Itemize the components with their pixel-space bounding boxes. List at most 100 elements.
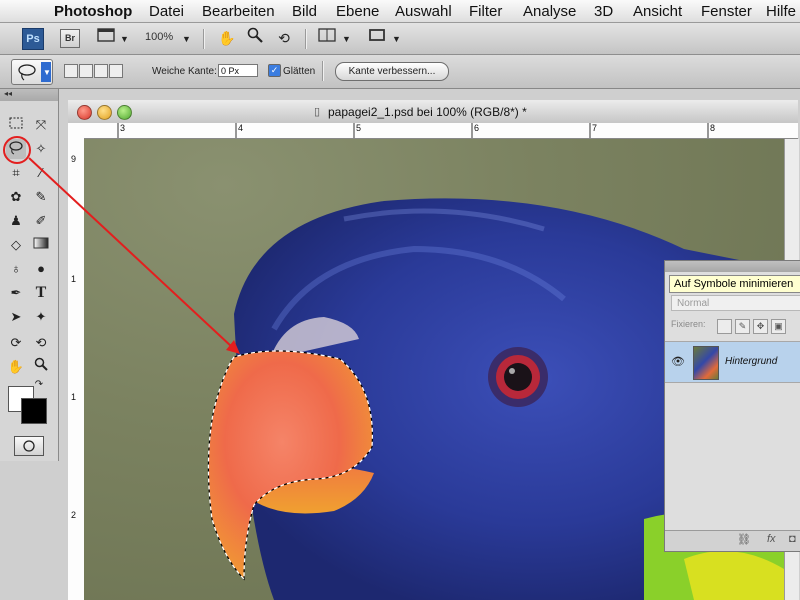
lock-pixels-icon[interactable]: ✎ <box>735 319 750 334</box>
separator <box>322 61 323 81</box>
eye-icon[interactable]: 👁 <box>671 355 685 368</box>
ruler-label: 1 <box>71 392 77 402</box>
link-layers-icon[interactable]: ⛓ <box>737 533 751 546</box>
layer-row[interactable]: 👁 Hintergrund <box>665 341 800 383</box>
screen-layout-icon[interactable] <box>366 27 388 49</box>
photoshop-logo: Ps <box>22 28 44 50</box>
menu-analyse[interactable]: Analyse <box>523 3 576 20</box>
application-bar: Ps Br ▼ 100% ▼ ✋ ⟲ ▼ ▼ <box>0 23 800 55</box>
swap-colors-icon[interactable]: ↷ <box>32 378 46 392</box>
zoom-tool-icon[interactable] <box>31 357 51 377</box>
feather-input[interactable]: 0 Px <box>218 64 258 77</box>
ruler-label: 5 <box>356 123 362 133</box>
background-color-swatch[interactable] <box>21 398 47 424</box>
menu-bearbeiten[interactable]: Bearbeiten <box>202 3 275 20</box>
lock-all-icon[interactable]: ▣ <box>771 319 786 334</box>
rotate-view-icon[interactable]: ⟲ <box>273 27 295 49</box>
document-titlebar: ▯ papagei2_1.psd bei 100% (RGB/8*) * <box>68 100 798 124</box>
layers-panel-footer: ⛓ fx ◘ <box>665 530 800 551</box>
3d-orbit-tool-icon[interactable]: ⟲ <box>31 333 51 353</box>
custom-shape-tool-icon[interactable]: ✦ <box>31 307 51 327</box>
chevron-down-icon[interactable]: ▼ <box>182 34 191 44</box>
gradient-tool-icon[interactable] <box>31 235 51 255</box>
path-selection-tool-icon[interactable]: ➤ <box>6 307 26 327</box>
menu-fenster[interactable]: Fenster <box>701 3 752 20</box>
add-mask-icon[interactable]: ◘ <box>789 533 796 545</box>
layers-panel: Auf Symbole minimieren Normal Fixieren: … <box>664 260 800 552</box>
menu-bild[interactable]: Bild <box>292 3 317 20</box>
menu-auswahl[interactable]: Auswahl <box>395 3 452 20</box>
magic-wand-tool-icon[interactable]: ✧ <box>31 139 51 159</box>
dodge-tool-icon[interactable]: ● <box>31 259 51 279</box>
horizontal-ruler[interactable]: 3 4 5 6 7 8 <box>84 123 798 139</box>
svg-text:▼: ▼ <box>43 68 51 77</box>
close-icon[interactable] <box>77 105 92 120</box>
feather-label: Weiche Kante: <box>152 66 217 77</box>
refine-edge-button[interactable]: Kante verbessern... <box>335 62 449 81</box>
lasso-tool-icon[interactable] <box>6 139 26 159</box>
add-selection-icon[interactable] <box>79 64 93 78</box>
ruler-label: 3 <box>120 123 126 133</box>
marquee-tool-icon[interactable] <box>6 115 26 135</box>
options-bar: ▼ Weiche Kante: 0 Px ✓ Glätten Kante ver… <box>0 55 800 89</box>
new-selection-icon[interactable] <box>64 64 78 78</box>
chevron-down-icon[interactable]: ▼ <box>342 34 351 44</box>
layer-thumbnail <box>693 346 719 380</box>
tool-preset-picker[interactable]: ▼ <box>11 59 53 85</box>
chevron-down-icon[interactable]: ▼ <box>392 34 401 44</box>
lock-position-icon[interactable]: ✥ <box>753 319 768 334</box>
menu-3d[interactable]: 3D <box>594 3 613 20</box>
history-brush-tool-icon[interactable]: ✐ <box>31 211 51 231</box>
antialias-label: Glätten <box>283 66 316 77</box>
type-tool-icon[interactable]: T <box>31 283 51 303</box>
ruler-label: 9 <box>71 154 77 164</box>
zoom-icon[interactable] <box>244 27 266 49</box>
panel-collapse-icon[interactable]: ◂◂ <box>0 89 58 101</box>
separator <box>203 29 204 49</box>
arrange-icon[interactable] <box>316 27 338 49</box>
lock-label: Fixieren: <box>671 319 706 329</box>
tools-panel: ◂◂ ⤧ ✧ ⌗ ⁄ ✿ ✎ ♟ ✐ ◇ ♁ ● ✒ T ➤ ✦ ⟳ ⟲ ✋ ↷ <box>0 89 59 461</box>
panel-header[interactable] <box>665 261 800 272</box>
lasso-icon: ▼ <box>18 62 51 82</box>
quick-mask-button[interactable] <box>14 436 44 456</box>
eyedropper-tool-icon[interactable]: ⁄ <box>31 163 51 183</box>
hand-tool-icon[interactable]: ✋ <box>6 357 26 377</box>
intersect-selection-icon[interactable] <box>109 64 123 78</box>
zoom-level[interactable]: 100% <box>145 31 173 43</box>
screen-mode-icon[interactable] <box>95 27 117 49</box>
blur-tool-icon[interactable]: ♁ <box>6 259 26 279</box>
menu-hilfe[interactable]: Hilfe <box>766 3 796 20</box>
menu-ebene[interactable]: Ebene <box>336 3 379 20</box>
minimize-icon[interactable] <box>97 105 112 120</box>
ruler-label: 7 <box>592 123 598 133</box>
fx-icon[interactable]: fx <box>767 533 776 545</box>
menu-datei[interactable]: Datei <box>149 3 184 20</box>
bridge-button[interactable]: Br <box>60 29 80 48</box>
eraser-tool-icon[interactable]: ◇ <box>6 235 26 255</box>
lock-transparency-icon[interactable] <box>717 319 732 334</box>
ruler-label: 2 <box>71 510 77 520</box>
pen-tool-icon[interactable]: ✒ <box>6 283 26 303</box>
tooltip: Auf Symbole minimieren <box>669 275 800 293</box>
menu-filter[interactable]: Filter <box>469 3 502 20</box>
menu-ansicht[interactable]: Ansicht <box>633 3 682 20</box>
brush-tool-icon[interactable]: ✎ <box>31 187 51 207</box>
blend-mode-select[interactable]: Normal <box>671 295 800 311</box>
antialias-checkbox[interactable]: ✓ <box>268 64 281 77</box>
menu-photoshop[interactable]: Photoshop <box>54 3 132 20</box>
zoom-window-icon[interactable] <box>117 105 132 120</box>
clone-stamp-tool-icon[interactable]: ♟ <box>6 211 26 231</box>
vertical-ruler[interactable]: 9 1 1 2 <box>68 138 85 600</box>
chevron-down-icon[interactable]: ▼ <box>120 34 129 44</box>
crop-tool-icon[interactable]: ⌗ <box>6 163 26 183</box>
layer-name[interactable]: Hintergrund <box>725 356 777 367</box>
subtract-selection-icon[interactable] <box>94 64 108 78</box>
move-tool-icon[interactable]: ⤧ <box>31 115 51 135</box>
ruler-label: 4 <box>238 123 244 133</box>
hand-icon[interactable]: ✋ <box>216 27 238 49</box>
ruler-origin[interactable] <box>68 123 85 139</box>
3d-rotate-tool-icon[interactable]: ⟳ <box>6 333 26 353</box>
spot-healing-tool-icon[interactable]: ✿ <box>6 187 26 207</box>
selection-mode-buttons <box>64 64 124 78</box>
